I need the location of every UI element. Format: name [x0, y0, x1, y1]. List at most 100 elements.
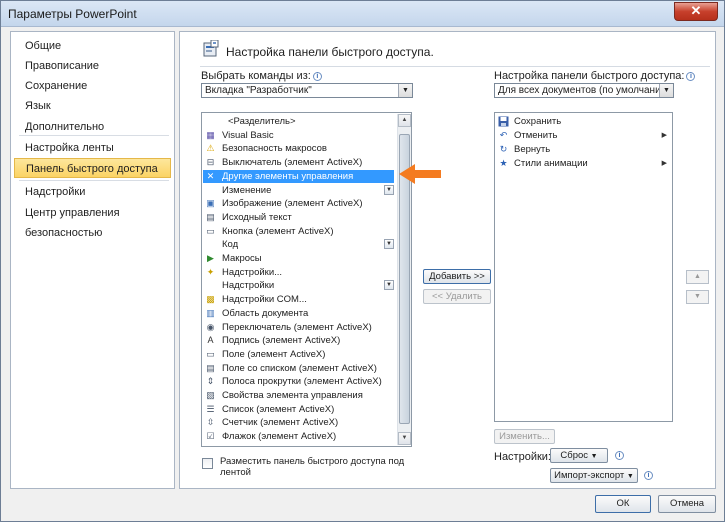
- button-icon: ▭: [206, 225, 215, 236]
- list-item-label: Отменить: [514, 130, 558, 141]
- modify-button[interactable]: Изменить...: [494, 429, 555, 444]
- chevron-down-icon[interactable]: ▼: [398, 84, 412, 97]
- nav-item-general[interactable]: Общие: [14, 36, 171, 56]
- command-row[interactable]: <Разделитель>: [203, 115, 394, 128]
- command-row[interactable]: ⚠ Безопасность макросов: [203, 142, 394, 155]
- command-row[interactable]: ▤ Поле со списком (элемент ActiveX): [203, 362, 394, 375]
- save-icon: [498, 116, 509, 127]
- nav-item-language[interactable]: Язык: [14, 96, 171, 116]
- quick-access-panel: Настройка панели быстрого доступа. Выбра…: [179, 31, 716, 489]
- properties-icon: ▧: [206, 390, 215, 400]
- command-row[interactable]: ▦ Visual Basic: [203, 129, 394, 142]
- nav-item-proofing[interactable]: Правописание: [14, 56, 171, 76]
- image-icon: ▣: [206, 198, 215, 209]
- command-label: Поле со списком (элемент ActiveX): [222, 362, 377, 374]
- command-row[interactable]: ◉ Переключатель (элемент ActiveX): [203, 321, 394, 334]
- expand-submenu-icon[interactable]: ▼: [384, 184, 394, 195]
- add-button[interactable]: Добавить >>: [423, 269, 491, 284]
- command-row[interactable]: ▤ Исходный текст: [203, 211, 394, 224]
- submenu-arrow-icon: ▶: [661, 132, 667, 139]
- command-label: <Разделитель>: [228, 116, 296, 127]
- command-row[interactable]: ▭ Поле (элемент ActiveX): [203, 348, 394, 361]
- command-row[interactable]: ⇳ Счетчик (элемент ActiveX): [203, 416, 394, 429]
- list-item[interactable]: ↶ Отменить ▶: [496, 129, 671, 142]
- command-label: Макросы: [222, 253, 262, 264]
- move-up-button[interactable]: ▲: [686, 270, 709, 284]
- info-icon: i: [644, 471, 653, 480]
- customize-toolbar-select[interactable]: Для всех документов (по умолчанию) ▼: [494, 83, 674, 98]
- cancel-button[interactable]: Отмена: [658, 495, 716, 513]
- move-down-button[interactable]: ▼: [686, 290, 709, 304]
- nav-item-customize-ribbon[interactable]: Настройка ленты: [14, 138, 171, 158]
- expand-submenu-icon[interactable]: ▼: [384, 280, 394, 291]
- chevron-up-icon: ▲: [694, 273, 701, 280]
- reset-button[interactable]: Сброс ▼: [550, 448, 608, 463]
- import-export-label: Импорт-экспорт: [554, 470, 625, 481]
- command-row[interactable]: Надстройки ▼: [203, 279, 394, 292]
- command-row[interactable]: ☰ Список (элемент ActiveX): [203, 403, 394, 416]
- import-export-button[interactable]: Импорт-экспорт ▼: [550, 468, 638, 483]
- command-row[interactable]: ⊟ Выключатель (элемент ActiveX): [203, 156, 394, 169]
- powerpoint-options-dialog: Параметры PowerPoint ✕ Общие Правописани…: [0, 0, 725, 522]
- expand-submenu-icon[interactable]: ▼: [384, 239, 394, 250]
- commands-list[interactable]: ☑ Флажок (элемент ActiveX) ⇳ Счетчик (элеме…: [201, 112, 412, 447]
- nav-item-quick-access-toolbar[interactable]: Панель быстрого доступа: [14, 158, 171, 178]
- list-item[interactable]: Сохранить: [496, 115, 671, 128]
- command-row[interactable]: ☑ Флажок (элемент ActiveX): [203, 430, 394, 443]
- list-item[interactable]: ↻ Вернуть: [496, 143, 671, 156]
- command-row[interactable]: ⇕ Полоса прокрутки (элемент ActiveX): [203, 375, 394, 388]
- scrollbar-icon: ⇕: [206, 376, 215, 387]
- submenu-arrow-icon: ▶: [661, 160, 667, 167]
- remove-button[interactable]: << Удалить: [423, 289, 491, 304]
- scroll-up-icon[interactable]: ▲: [398, 114, 411, 127]
- nav-divider: [19, 135, 169, 136]
- command-row[interactable]: ▭ Кнопка (элемент ActiveX): [203, 225, 394, 238]
- textbox-icon: ▭: [206, 348, 215, 359]
- dropdown-arrow-icon: ▼: [626, 473, 634, 480]
- com-addins-icon: ▩: [206, 294, 215, 305]
- command-row[interactable]: Код ▼: [203, 238, 394, 251]
- command-label: Исходный текст: [222, 211, 292, 223]
- page-title: Настройка панели быстрого доступа.: [226, 45, 434, 59]
- command-row[interactable]: ▣ Изображение (элемент ActiveX): [203, 197, 394, 210]
- command-label: Visual Basic: [222, 129, 274, 141]
- source-icon: ▤: [206, 211, 215, 222]
- nav-item-advanced[interactable]: Дополнительно: [14, 117, 171, 137]
- command-row-selected[interactable]: ✕ Другие элементы управления: [203, 169, 394, 183]
- warning-icon: ⚠: [206, 143, 215, 154]
- animation-star-icon: ★: [499, 158, 508, 168]
- header-divider: [200, 66, 710, 67]
- choose-commands-select[interactable]: Вкладка "Разработчик" ▼: [201, 83, 413, 98]
- command-row[interactable]: ▧ Свойства элемента управления: [203, 389, 394, 402]
- command-row[interactable]: A Подпись (элемент ActiveX): [203, 334, 394, 347]
- tools-icon: ✕: [206, 170, 215, 181]
- list-item-label: Стили анимации: [514, 158, 588, 169]
- command-row[interactable]: ▶ Макросы: [203, 252, 394, 265]
- command-row[interactable]: ▩ Надстройки COM...: [203, 293, 394, 306]
- options-nav: Общие Правописание Сохранение Язык Допол…: [10, 31, 175, 489]
- nav-item-trust-center[interactable]: Центр управления безопасностью: [14, 203, 171, 239]
- listbox-icon: ☰: [206, 403, 215, 414]
- list-item-label: Сохранить: [514, 116, 562, 127]
- command-row[interactable]: Изменение ▼: [203, 184, 394, 197]
- scroll-down-icon[interactable]: ▼: [398, 432, 411, 445]
- ok-button[interactable]: ОК: [595, 495, 651, 513]
- undo-icon: ↶: [499, 130, 508, 140]
- close-button[interactable]: ✕: [674, 2, 718, 21]
- command-label: Кнопка (элемент ActiveX): [222, 225, 334, 237]
- quick-access-items-list[interactable]: Сохранить ↶ Отменить ▶ ↻ Вернуть ★ Стили…: [494, 112, 673, 422]
- command-label: Надстройки...: [222, 266, 283, 278]
- nav-item-addins[interactable]: Надстройки: [14, 182, 171, 202]
- reset-label: Сброс: [560, 450, 589, 461]
- document-area-icon: ▥: [206, 307, 215, 318]
- title-bar: Параметры PowerPoint ✕: [1, 1, 724, 27]
- command-row[interactable]: ▥ Область документа: [203, 307, 394, 320]
- toggle-icon: ⊟: [206, 157, 215, 168]
- command-row[interactable]: ✦ Надстройки...: [203, 266, 394, 279]
- command-label: Безопасность макросов: [222, 143, 327, 155]
- show-below-ribbon-checkbox[interactable]: [202, 458, 213, 469]
- list-item[interactable]: ★ Стили анимации ▶: [496, 157, 671, 170]
- customize-toolbar-value: Для всех документов (по умолчанию): [498, 85, 672, 96]
- chevron-down-icon[interactable]: ▼: [659, 84, 673, 97]
- nav-item-save[interactable]: Сохранение: [14, 76, 171, 96]
